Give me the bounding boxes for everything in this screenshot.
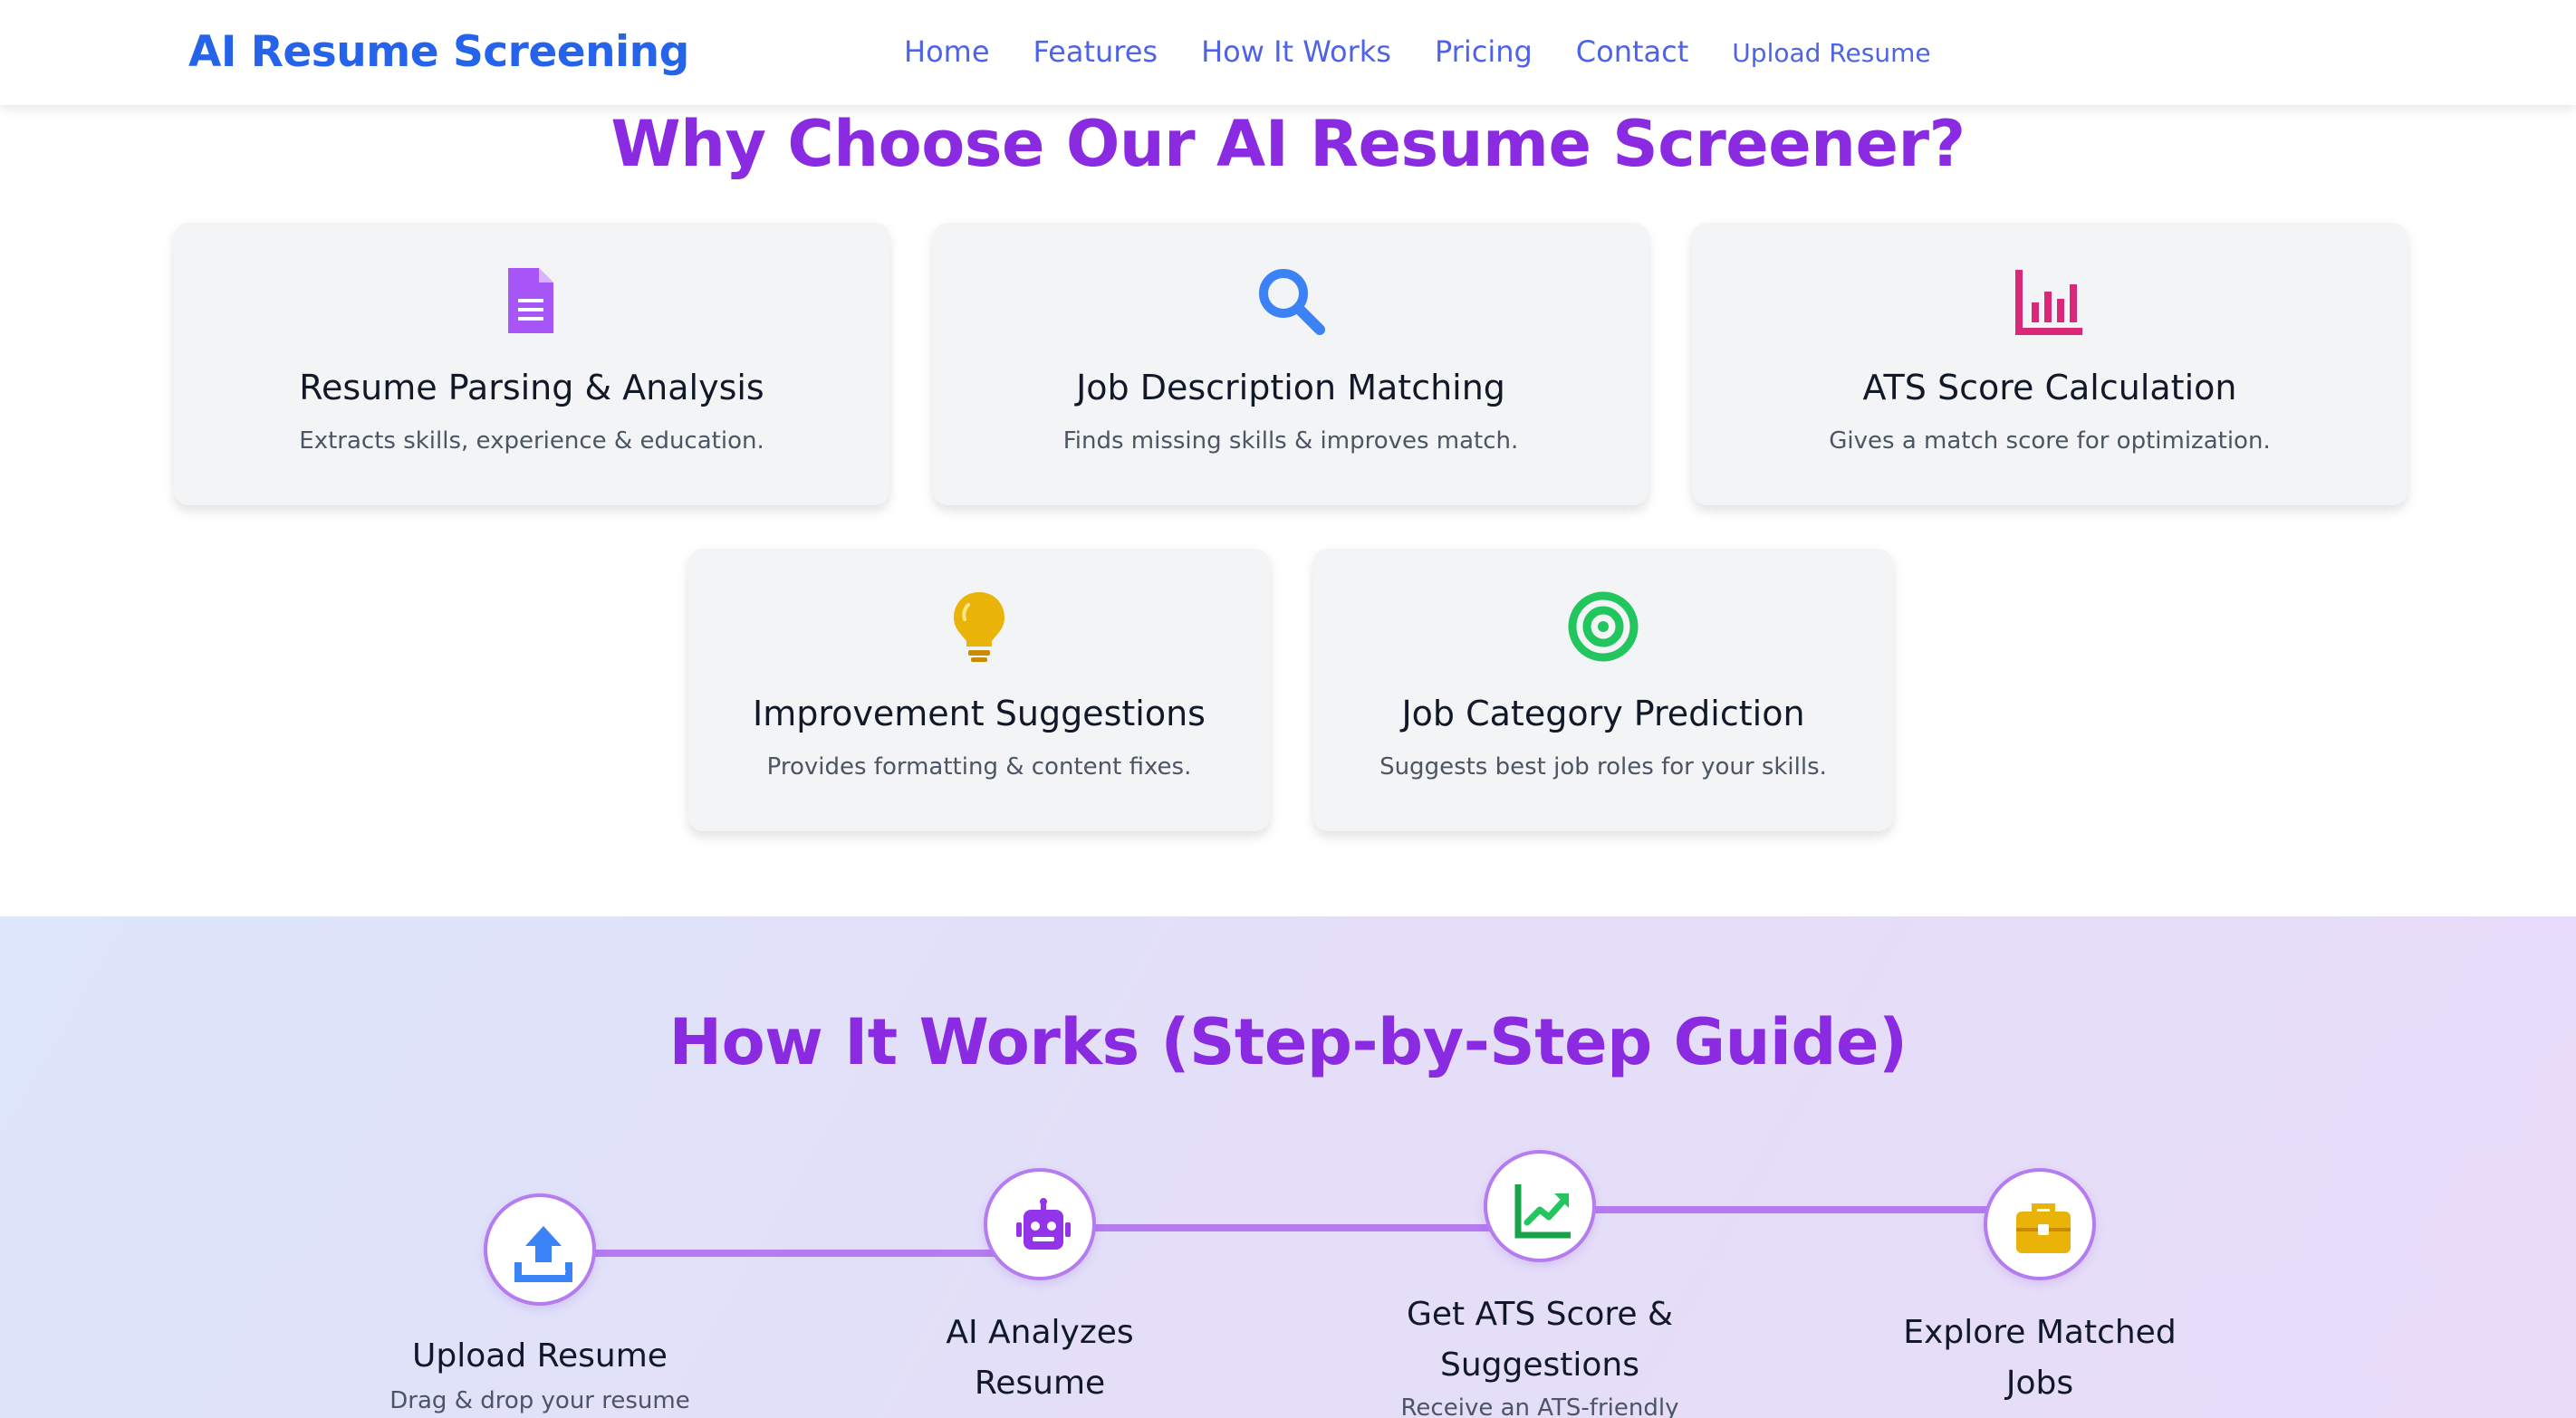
- card-description: Finds missing skills & improves match.: [1062, 427, 1519, 455]
- feature-card-resume-parsing: Resume Parsing & Analysis Extracts skill…: [174, 223, 889, 505]
- card-title: Improvement Suggestions: [753, 694, 1206, 733]
- nav-home[interactable]: Home: [904, 34, 990, 69]
- step-2-title: AI Analyzes Resume: [946, 1314, 1134, 1402]
- step-3-description: Receive an ATS-friendly: [1400, 1394, 1679, 1418]
- card-title: Job Category Prediction: [1401, 694, 1805, 733]
- step-3-circle: [1484, 1150, 1596, 1262]
- step-1-title: Upload Resume: [412, 1337, 668, 1375]
- nav-how-it-works[interactable]: How It Works: [1201, 34, 1391, 69]
- step-1-description: Drag & drop your resume: [389, 1387, 690, 1414]
- feature-card-job-category: Job Category Prediction Suggests best jo…: [1313, 549, 1893, 831]
- feature-card-improvement: Improvement Suggestions Provides formatt…: [688, 549, 1270, 831]
- card-title: Resume Parsing & Analysis: [299, 368, 764, 407]
- nav-features[interactable]: Features: [1033, 34, 1158, 69]
- briefcase-icon: [2016, 1203, 2071, 1253]
- step-2-circle: [984, 1168, 1096, 1280]
- bar-chart-icon: [2012, 263, 2088, 339]
- step-3-title: Get ATS Score & Suggestions: [1406, 1296, 1674, 1384]
- document-icon: [494, 263, 570, 339]
- step-4-circle: [1984, 1168, 2096, 1280]
- nav-upload-resume[interactable]: Upload Resume: [1732, 38, 1930, 68]
- card-description: Gives a match score for optimization.: [1829, 427, 2271, 455]
- brand-logo[interactable]: AI Resume Screening: [188, 27, 689, 77]
- magnifier-icon: [1253, 263, 1329, 339]
- card-title: ATS Score Calculation: [1862, 368, 2237, 407]
- feature-card-ats-score: ATS Score Calculation Gives a match scor…: [1692, 223, 2408, 505]
- nav-pricing[interactable]: Pricing: [1435, 34, 1533, 69]
- navbar: AI Resume Screening Home Features How It…: [0, 0, 2576, 105]
- step-1-circle: [484, 1193, 596, 1306]
- card-title: Job Description Matching: [1076, 368, 1505, 407]
- feature-card-job-matching: Job Description Matching Finds missing s…: [933, 223, 1648, 505]
- nav-links: Home Features How It Works Pricing Conta…: [904, 34, 1931, 69]
- step-4-title: Explore Matched Jobs: [1903, 1314, 2177, 1402]
- target-icon: [1565, 589, 1641, 665]
- how-it-works-title: How It Works (Step-by-Step Guide): [668, 1005, 1908, 1079]
- robot-icon: [1016, 1198, 1071, 1250]
- card-description: Suggests best job roles for your skills.: [1379, 753, 1827, 781]
- card-description: Provides formatting & content fixes.: [766, 753, 1192, 781]
- lightbulb-icon: [941, 589, 1017, 665]
- chart-trend-icon: [1514, 1184, 1571, 1239]
- nav-contact[interactable]: Contact: [1576, 34, 1689, 69]
- card-description: Extracts skills, experience & education.: [299, 427, 764, 455]
- features-title: Why Choose Our AI Resume Screener?: [610, 107, 1966, 181]
- upload-icon: [514, 1226, 572, 1282]
